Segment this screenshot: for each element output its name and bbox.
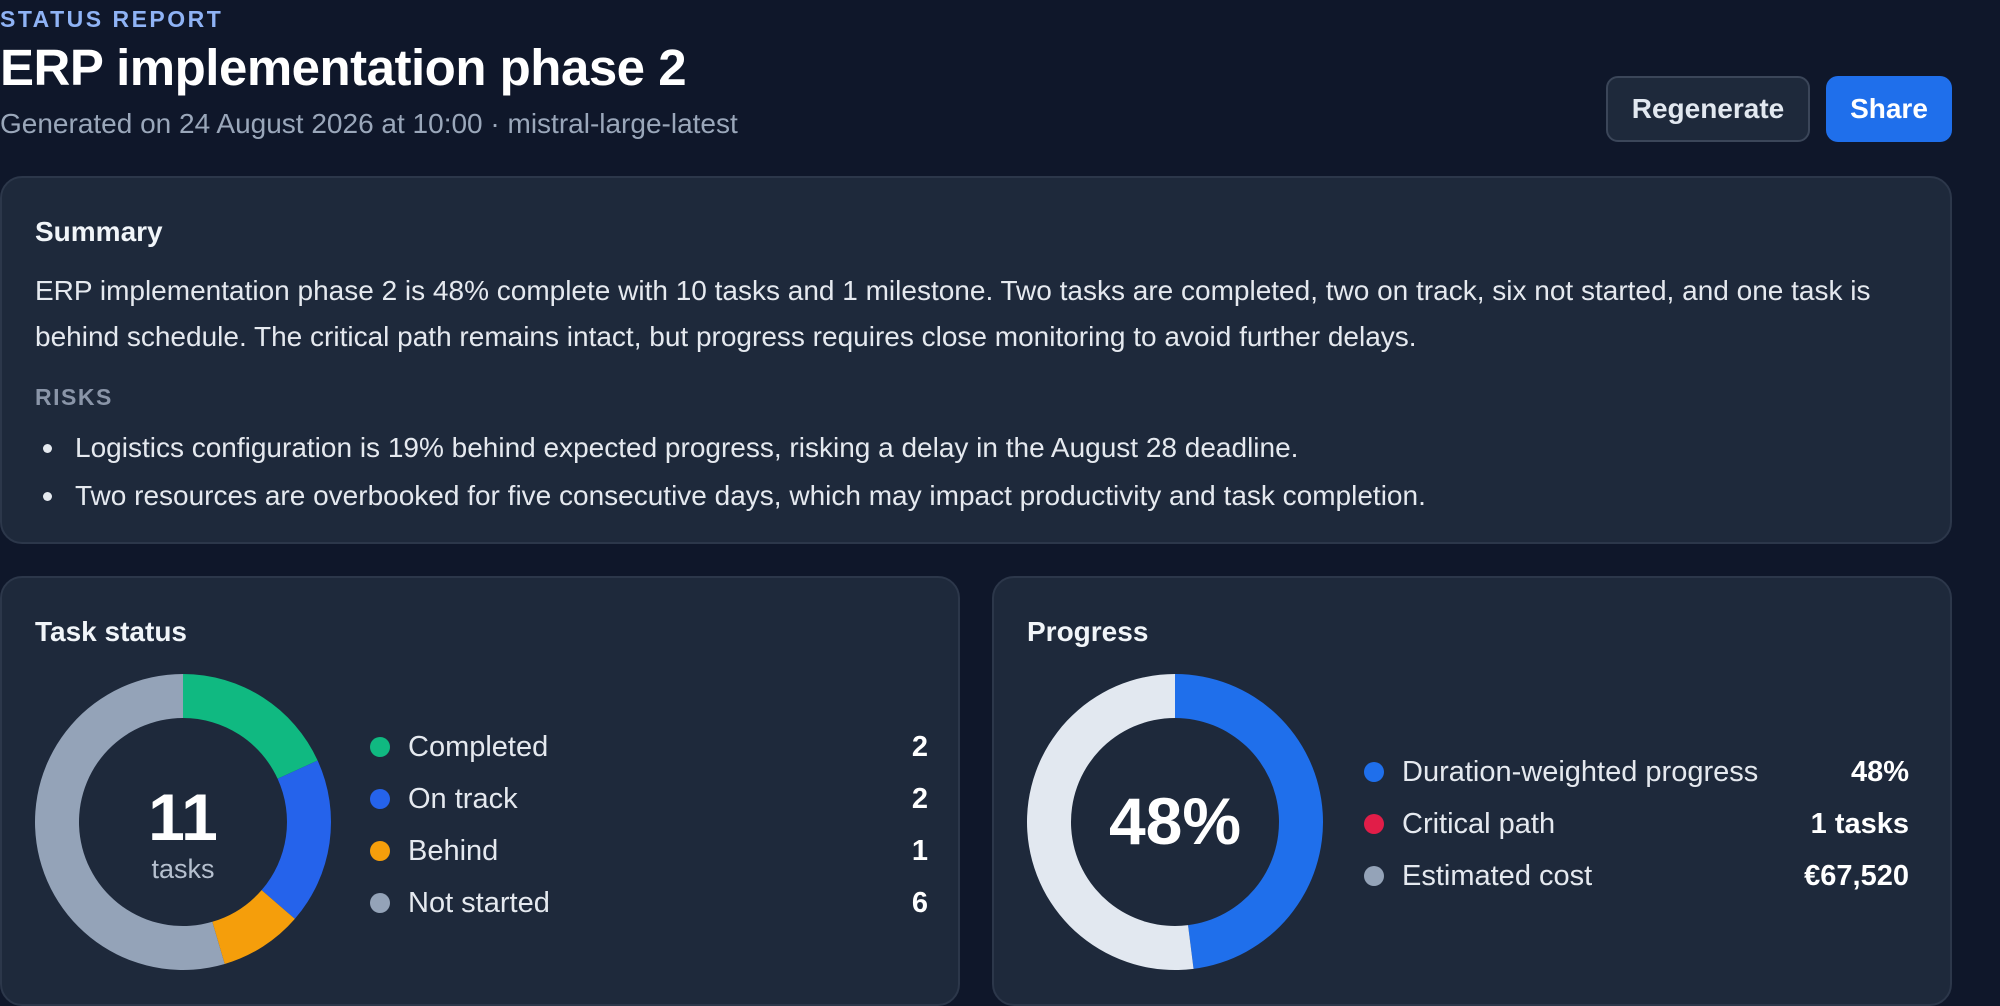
legend-value: €67,520 <box>1804 859 1909 892</box>
risk-text: Logistics configuration is 19% behind ex… <box>75 432 1299 463</box>
legend-label: Not started <box>408 886 550 919</box>
report-eyebrow: STATUS REPORT <box>0 6 224 32</box>
completed-dot-icon <box>370 737 390 757</box>
task-status-legend: Completed 2 On track 2 Behind 1 Not star… <box>370 721 928 929</box>
on-track-dot-icon <box>370 789 390 809</box>
legend-label: On track <box>408 782 518 815</box>
behind-dot-icon <box>370 841 390 861</box>
progress-heading: Progress <box>1027 616 1149 647</box>
generated-info: Generated on 24 August 2026 at 10:00 · m… <box>0 108 738 139</box>
not-started-dot-icon <box>370 893 390 913</box>
legend-item-critical-path: Critical path 1 tasks <box>1364 798 1909 850</box>
legend-item-duration-progress: Duration-weighted progress 48% <box>1364 746 1909 798</box>
legend-item-on-track: On track 2 <box>370 773 928 825</box>
risk-text: Two resources are overbooked for five co… <box>75 480 1426 511</box>
summary-text: ERP implementation phase 2 is 48% comple… <box>35 275 1871 352</box>
task-status-heading: Task status <box>35 616 187 647</box>
critical-path-dot-icon <box>1364 814 1384 834</box>
cost-dot-icon <box>1364 866 1384 886</box>
legend-value: 48% <box>1850 755 1909 788</box>
legend-item-completed: Completed 2 <box>370 721 928 773</box>
summary-card: Summary ERP implementation phase 2 is 48… <box>0 176 1952 544</box>
task-status-card: Task status 11 tasks Completed 2 On trac… <box>0 576 960 1006</box>
summary-heading: Summary <box>35 216 163 247</box>
legend-value: 2 <box>911 782 928 815</box>
risk-list: Logistics configuration is 19% behind ex… <box>35 424 1426 520</box>
progress-donut: 48% <box>1027 674 1324 970</box>
legend-value: 2 <box>911 730 928 763</box>
legend-item-estimated-cost: Estimated cost €67,520 <box>1364 850 1909 902</box>
legend-label: Duration-weighted progress <box>1402 755 1759 788</box>
legend-label: Critical path <box>1402 807 1556 840</box>
legend-value: 1 tasks <box>1810 807 1909 840</box>
legend-label: Behind <box>408 834 499 867</box>
legend-label: Estimated cost <box>1402 859 1593 892</box>
donut-segment-completed <box>183 674 318 779</box>
task-total: 11 <box>148 780 218 854</box>
regenerate-button[interactable]: Regenerate <box>1606 76 1810 142</box>
progress-percent: 48% <box>1108 784 1242 858</box>
legend-label: Completed <box>408 730 549 763</box>
risks-label: RISKS <box>35 384 113 410</box>
task-total-label: tasks <box>151 854 215 884</box>
bullet-icon <box>43 444 52 453</box>
legend-value: 1 <box>911 834 928 867</box>
risk-item: Logistics configuration is 19% behind ex… <box>35 424 1426 472</box>
task-status-donut: 11 tasks <box>35 674 332 970</box>
share-button[interactable]: Share <box>1826 76 1952 142</box>
legend-item-behind: Behind 1 <box>370 825 928 877</box>
risk-item: Two resources are overbooked for five co… <box>35 472 1426 520</box>
legend-item-not-started: Not started 6 <box>370 877 928 929</box>
progress-legend: Duration-weighted progress 48% Critical … <box>1364 746 1909 902</box>
progress-card: Progress 48% Duration-weighted progress … <box>992 576 1952 1006</box>
page-title: ERP implementation phase 2 <box>0 39 687 96</box>
legend-value: 6 <box>911 886 928 919</box>
bullet-icon <box>43 492 52 501</box>
progress-dot-icon <box>1364 762 1384 782</box>
